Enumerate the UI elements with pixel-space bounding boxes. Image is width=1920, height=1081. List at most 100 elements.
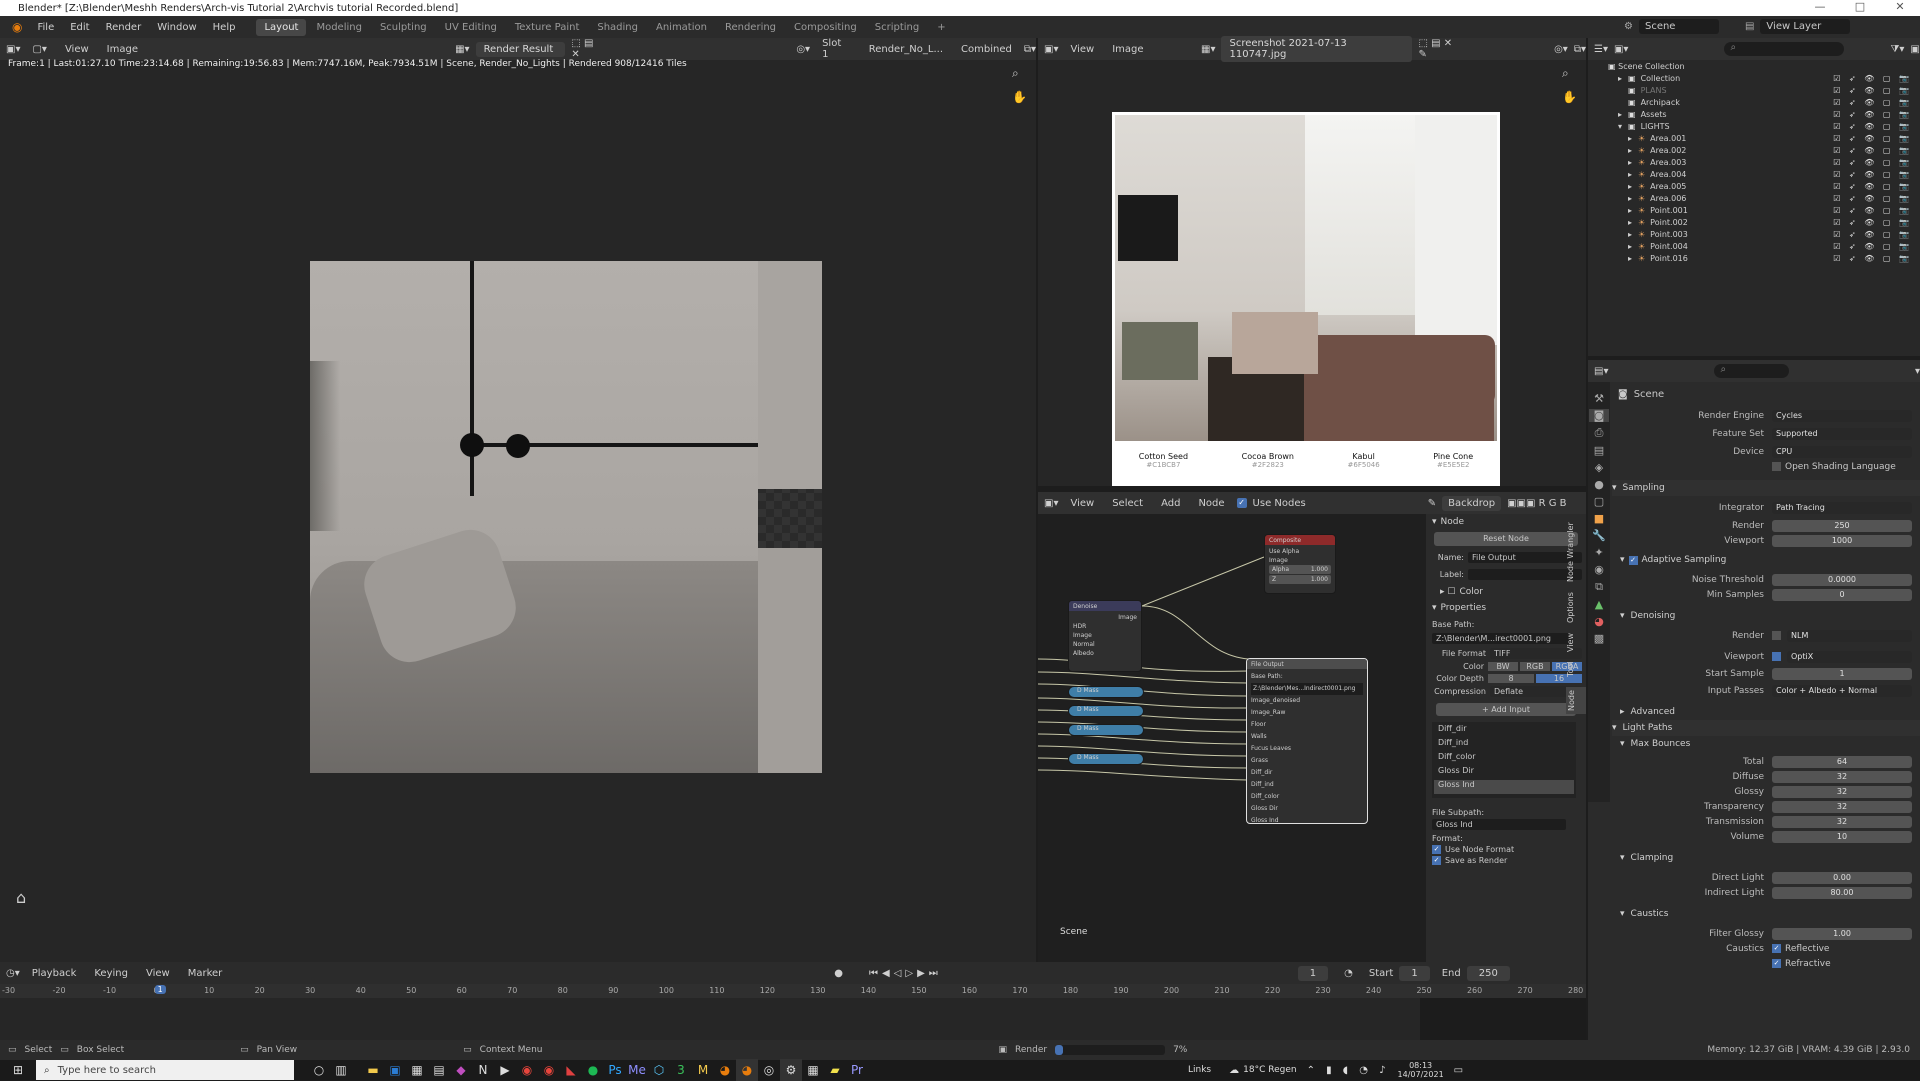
blender-logo-icon[interactable]: ◉ [6,20,28,34]
light-paths-panel-header[interactable]: ▾ Light Paths [1612,720,1920,736]
app-icon[interactable]: M [692,1059,714,1081]
file-output-input[interactable]: Gloss Dir [1251,803,1363,815]
bounce-field[interactable]: 32 [1772,770,1912,783]
new-collection-icon[interactable]: ▣ [1910,44,1919,55]
file-output-input[interactable]: Image_Raw [1251,707,1363,719]
expand-toggle-icon[interactable]: ▸ [1628,230,1638,239]
links-toolbar[interactable]: Links [1188,1065,1211,1075]
record-button[interactable]: ● [834,968,843,979]
image-view-menu[interactable]: View [1064,42,1100,57]
use-node-format-checkbox[interactable]: ✓ [1432,845,1441,854]
end-frame-field[interactable]: 250 [1466,965,1510,981]
inputs-list-item[interactable]: Gloss Dir [1434,766,1574,780]
sampling-panel-header[interactable]: ▾ Sampling [1612,480,1920,496]
input-passes-dropdown[interactable]: Color + Albedo + Normal [1772,684,1912,697]
affinity-icon[interactable]: ◆ [450,1059,472,1081]
options-icon[interactable]: ▾ [1915,366,1920,377]
max-bounces-header[interactable]: ▾ Max Bounces [1612,736,1920,752]
timeline-view-menu[interactable]: View [140,966,176,981]
weather-icon[interactable]: ☁ [1229,1065,1239,1076]
expand-toggle-icon[interactable]: ▸ [1628,170,1638,179]
cortana-icon[interactable]: ○ [308,1059,330,1081]
data-tab-icon[interactable]: ▲ [1595,598,1603,611]
image-browse-icon[interactable]: ▦▾ [1201,44,1215,55]
app-icon[interactable]: ▶ [494,1059,516,1081]
outliner-root[interactable]: ▣ Scene Collection [1588,60,1920,72]
calculator-icon[interactable]: ▦ [406,1059,428,1081]
app-icon[interactable]: ⬡ [648,1059,670,1081]
outliner-row[interactable]: ▸ ☀ Point.001 ☑ ➶ 👁 ▢ 📷 [1588,204,1920,216]
output-tab-icon[interactable]: ⎙ [1595,426,1604,440]
expand-toggle-icon[interactable]: ▸ [1628,158,1638,167]
filter-icon[interactable]: ⧩▾ [1890,44,1904,55]
node-view-menu[interactable]: View [1064,496,1100,511]
app-icon[interactable]: ▤ [428,1059,450,1081]
expand-toggle-icon[interactable]: ▸ [1618,74,1628,83]
file-output-node[interactable]: File Output Base Path: Z:\Blender\Mes...… [1246,658,1368,824]
file-output-input[interactable]: Gloss Ind [1251,815,1363,827]
view-layer-tab-icon[interactable]: ▤ [1594,444,1604,457]
current-frame-field[interactable]: 1 [1297,965,1329,981]
constraints-tab-icon[interactable]: ⧉ [1595,580,1603,594]
save-as-render-checkbox[interactable]: ✓ [1432,856,1441,865]
tool-tab-icon[interactable]: ⚒ [1594,392,1604,405]
slot-selector[interactable]: Slot 1 [816,36,857,62]
outliner-row[interactable]: ▸ ☀ Area.002 ☑ ➶ 👁 ▢ 📷 [1588,144,1920,156]
collection-tab-icon[interactable]: ▢ [1594,495,1604,508]
menu-window[interactable]: Window [150,20,203,35]
pin-icon[interactable]: ✎ [1428,498,1436,509]
inputs-list-item[interactable]: Diff_dir [1434,724,1574,738]
node-base-path-field[interactable]: Z:\Blender\Mes...Indirect0001.png [1251,683,1363,695]
physics-tab-icon[interactable]: ◉ [1594,563,1604,576]
tab-node-wrangler[interactable]: Node Wrangler [1566,522,1586,582]
workspace-tab-layout[interactable]: Layout [256,18,307,36]
material-tab-icon[interactable]: ◕ [1594,615,1604,628]
world-tab-icon[interactable]: ● [1594,478,1604,491]
math-node[interactable]: D Mass [1068,686,1144,698]
outliner-row[interactable]: ▸ ☀ Area.006 ☑ ➶ 👁 ▢ 📷 [1588,192,1920,204]
render-engine-dropdown[interactable]: Cycles [1772,409,1912,422]
render-samples-field[interactable]: 250 [1772,519,1912,532]
visibility-toggles-icon[interactable]: ☑ ➶ 👁 ▢ 📷 [1833,218,1912,227]
display-mode-icon[interactable]: ▣▾ [1614,44,1628,55]
z-value[interactable]: 1.000 [1311,575,1328,584]
media-encoder-icon[interactable]: Me [626,1059,648,1081]
alpha-value[interactable]: 1.000 [1311,565,1328,574]
denoise-render-dropdown[interactable]: NLM [1787,629,1912,642]
add-workspace-button[interactable]: + [929,19,953,36]
tab-node[interactable]: Node [1566,687,1586,715]
caustics-header[interactable]: ▾ Caustics [1612,906,1920,922]
file-output-input[interactable]: Diff_dir [1251,767,1363,779]
task-view-icon[interactable]: ▥ [330,1059,352,1081]
denoise-image-output[interactable]: Image [1073,613,1137,622]
render-view-menu[interactable]: View [59,42,95,57]
reference-image-name[interactable]: Screenshot 2021-07-13 110747.jpg [1221,36,1413,62]
object-tab-icon[interactable]: ■ [1594,512,1604,525]
outliner-row[interactable]: ▸ ☀ Area.005 ☑ ➶ 👁 ▢ 📷 [1588,180,1920,192]
bounce-field[interactable]: 32 [1772,815,1912,828]
outlook-icon[interactable]: ▣ [384,1059,406,1081]
bounce-field[interactable]: 32 [1772,800,1912,813]
clock[interactable]: 08:13 14/07/2021 [1398,1061,1444,1079]
chrome-icon[interactable]: ◉ [516,1059,538,1081]
backdrop-channel-icons[interactable]: ▣▣▣ R G B [1507,498,1566,509]
color-subsection[interactable]: ▸ ☐ Color [1426,584,1586,600]
playhead-frame-indicator[interactable]: 1 [154,985,166,994]
expand-toggle-icon[interactable]: ▸ [1628,194,1638,203]
inputs-list-item[interactable]: Diff_ind [1434,738,1574,752]
start-windows-icon[interactable]: ⊞ [0,1059,36,1081]
app-icon[interactable]: ◣ [560,1059,582,1081]
feature-set-dropdown[interactable]: Supported [1772,427,1912,440]
menu-render[interactable]: Render [99,20,149,35]
outliner-row[interactable]: ▣ Archipack ☑ ➶ 👁 ▢ 📷 [1588,96,1920,108]
composite-node[interactable]: Composite Use Alpha Image Alpha 1.000 Z 1.… [1264,534,1336,594]
color-mode-rgb[interactable]: RGB [1520,662,1550,671]
noise-threshold-field[interactable]: 0.0000 [1772,573,1912,586]
properties-search-field[interactable]: ⌕ [1714,364,1789,378]
notion-icon[interactable]: N [472,1059,494,1081]
maximize-button[interactable]: □ [1840,0,1880,13]
filter-glossy-field[interactable]: 1.00 [1772,927,1912,940]
editor-type-icon[interactable]: ▣▾ [6,44,20,55]
bounce-field[interactable]: 10 [1772,830,1912,843]
math-node[interactable]: D Mass [1068,705,1144,717]
